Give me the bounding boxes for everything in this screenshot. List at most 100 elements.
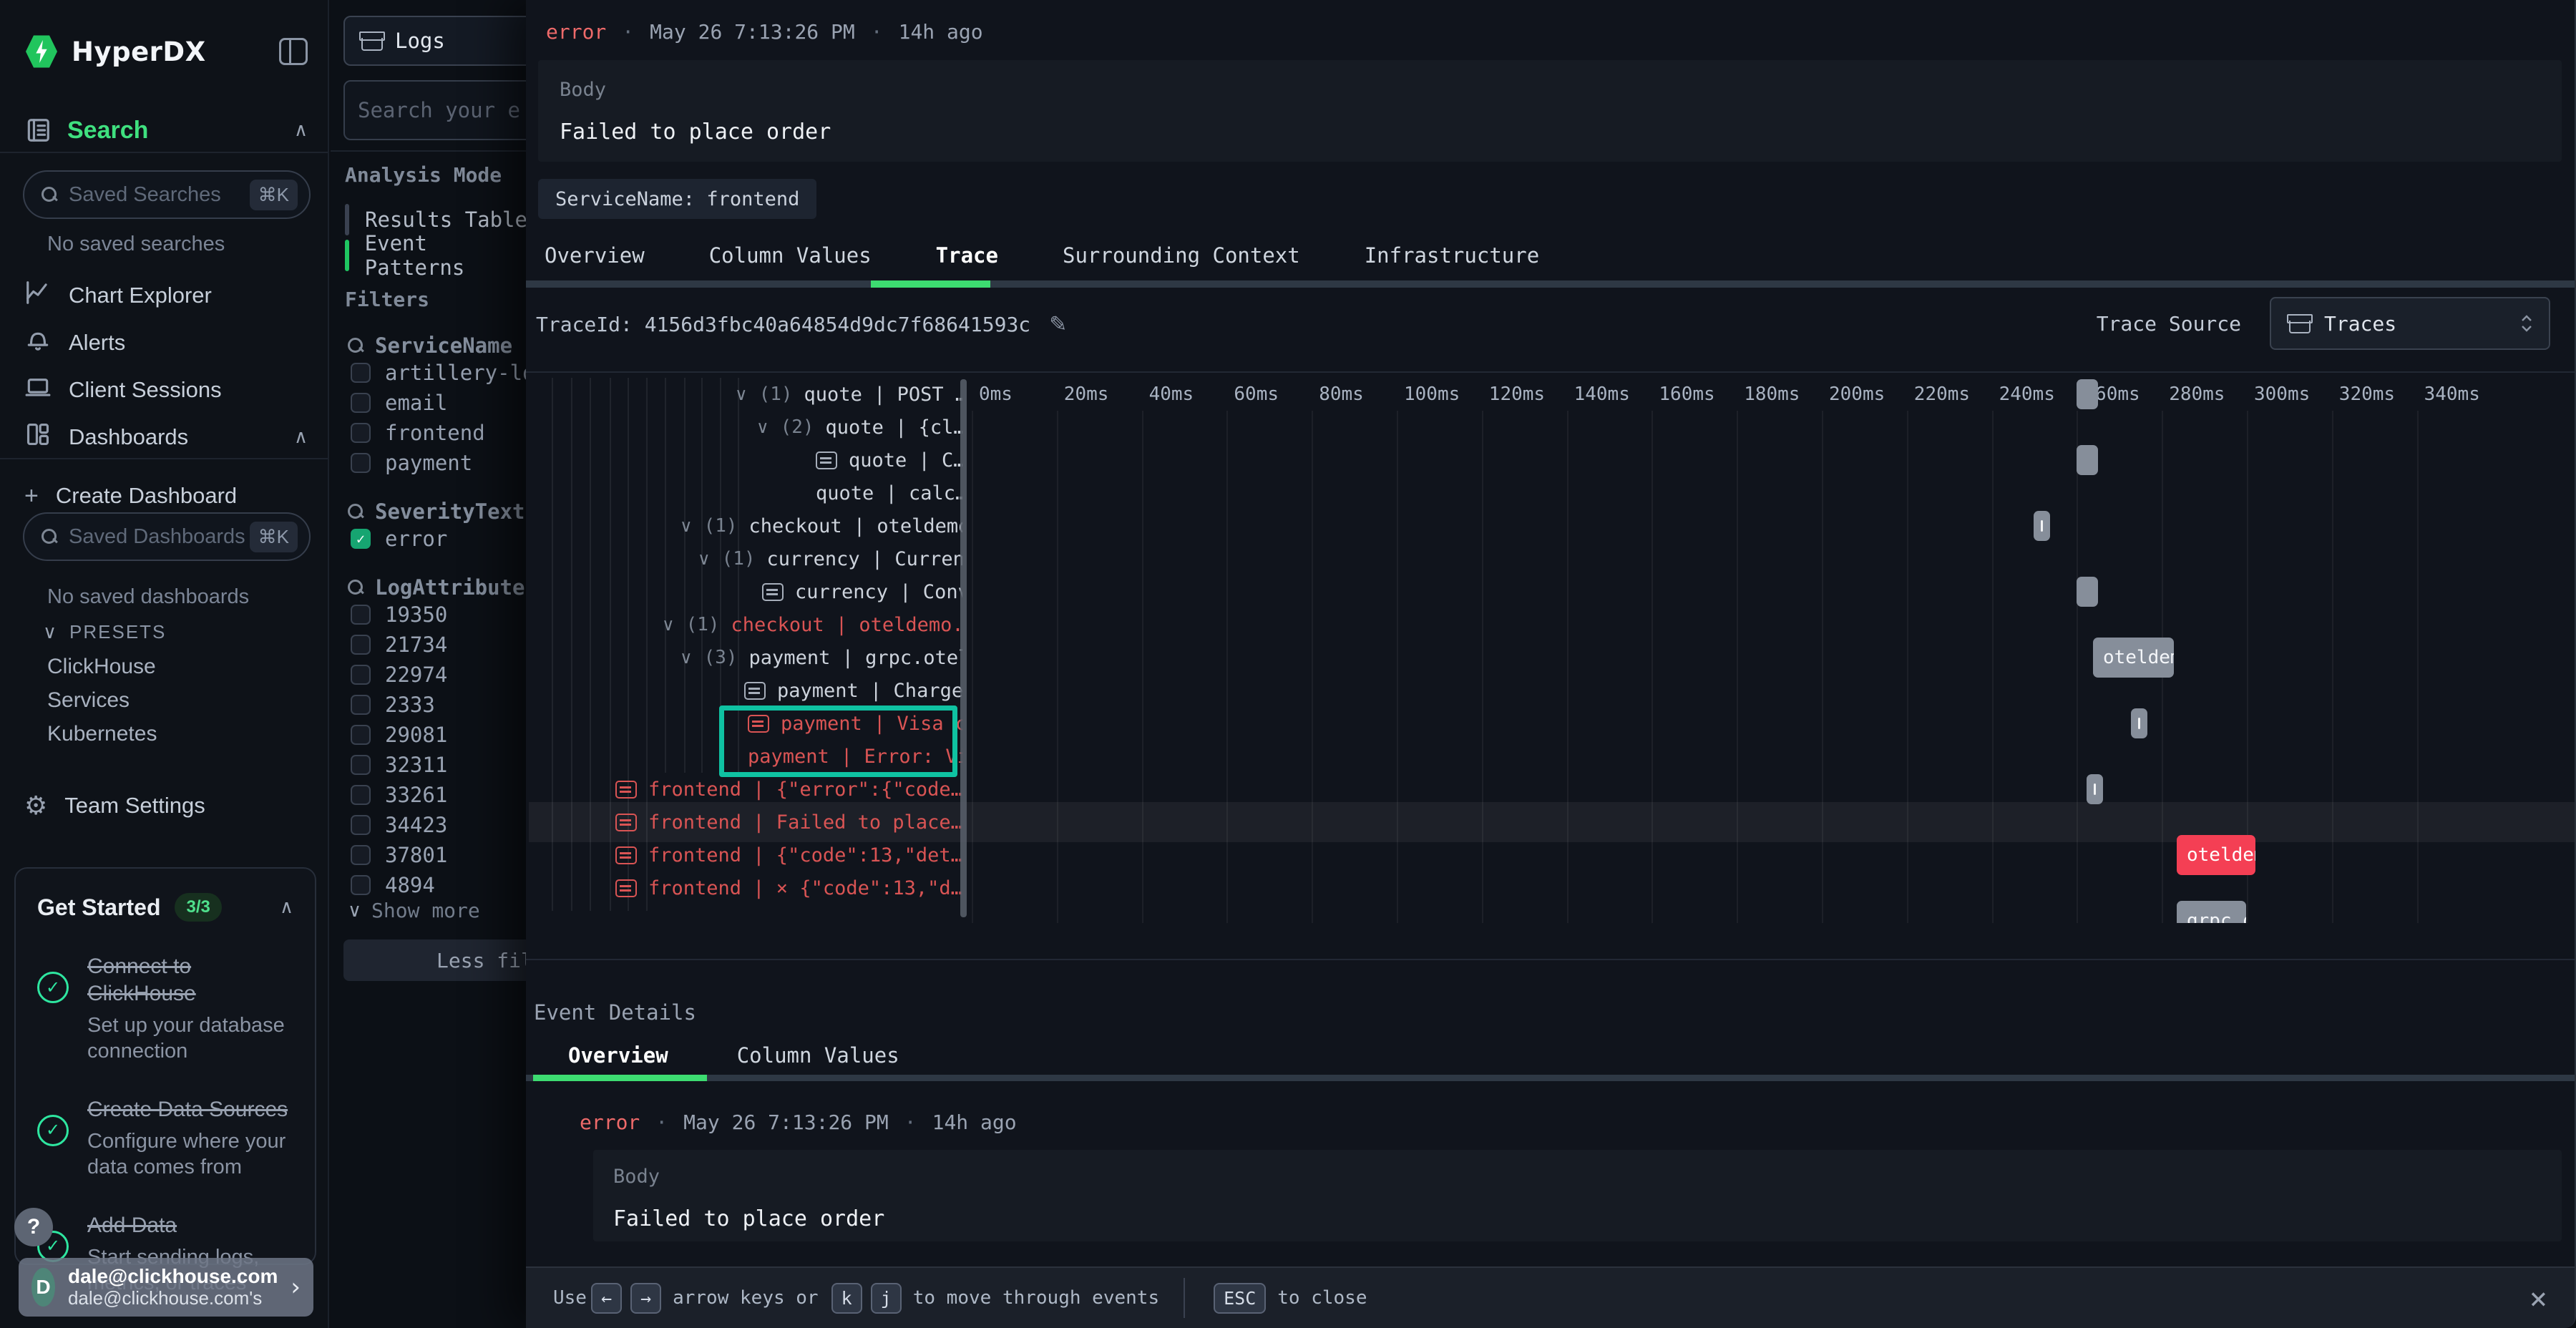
checkbox[interactable] xyxy=(351,875,371,895)
trace-span-row[interactable]: payment | Charge … xyxy=(526,674,2575,707)
filter-option-22974[interactable]: 22974 xyxy=(351,663,447,687)
sidebar-item-team-settings[interactable]: ⚙ Team Settings xyxy=(24,783,308,828)
event-side-panel: error · May 26 7:13:26 PM · 14h ago Body… xyxy=(526,0,2576,1328)
esc-key[interactable]: ESC xyxy=(1214,1283,1266,1314)
close-icon[interactable]: × xyxy=(2529,1281,2547,1316)
checklist-item[interactable]: ✓Connect to ClickHouseSet up your databa… xyxy=(37,953,293,1065)
search-icon[interactable] xyxy=(348,580,364,595)
trace-span-row[interactable]: ∨(1)checkout | oteldemo.…oteldem xyxy=(526,509,2575,542)
j-key[interactable]: j xyxy=(871,1283,902,1314)
checkbox[interactable] xyxy=(351,845,371,865)
filter-option-21734[interactable]: 21734 xyxy=(351,633,447,657)
filter-option-label: error xyxy=(385,527,447,551)
search-icon[interactable] xyxy=(348,338,364,353)
chevron-down-icon[interactable]: ∨ xyxy=(735,384,748,404)
arrow-left-key[interactable]: ← xyxy=(591,1283,622,1314)
create-dashboard-button[interactable]: + Create Dashboard xyxy=(24,474,308,518)
saved-searches-placeholder: Saved Searches xyxy=(69,183,250,207)
trace-span-row[interactable]: quote | calc… xyxy=(526,477,2575,509)
search-icon[interactable] xyxy=(348,504,364,519)
trace-span-row[interactable]: ∨(1)currency | Currenc… xyxy=(526,542,2575,575)
show-more-toggle[interactable]: ∨ Show more xyxy=(348,899,480,922)
filter-option-payment[interactable]: payment xyxy=(351,451,472,475)
tab-column-values[interactable]: Column Values xyxy=(708,239,873,272)
checkbox[interactable] xyxy=(351,665,371,685)
trace-span-row[interactable]: ∨(3)payment | grpc.oteld…grpc.o xyxy=(526,641,2575,674)
arrow-right-key[interactable]: → xyxy=(630,1283,661,1314)
chevron-down-icon[interactable]: ∨ xyxy=(680,648,693,668)
trace-span-row[interactable]: frontend | {"code":13,"det… xyxy=(526,839,2575,872)
filter-option-label: 29081 xyxy=(385,723,447,747)
filter-option-4894[interactable]: 4894 xyxy=(351,873,435,897)
filter-option-29081[interactable]: 29081 xyxy=(351,723,447,747)
trace-span-row[interactable]: currency | Conv… xyxy=(526,575,2575,608)
sidebar-item-alerts[interactable]: Alerts xyxy=(24,321,308,365)
edit-pencil-icon[interactable]: ✎ xyxy=(1049,312,1067,337)
checkbox[interactable] xyxy=(351,363,371,383)
checkbox[interactable] xyxy=(351,785,371,805)
tab-infrastructure[interactable]: Infrastructure xyxy=(1363,239,1541,272)
less-filters-button[interactable]: Less fil xyxy=(343,939,530,981)
checkbox[interactable] xyxy=(351,695,371,715)
preset-item-services[interactable]: Services xyxy=(47,688,130,713)
scrollbar[interactable] xyxy=(960,379,967,917)
checkbox[interactable] xyxy=(351,755,371,775)
filter-option-19350[interactable]: 19350 xyxy=(351,602,447,627)
checkbox[interactable] xyxy=(351,393,371,413)
ed-tab-column-values[interactable]: Column Values xyxy=(736,1039,901,1072)
preset-item-kubernetes[interactable]: Kubernetes xyxy=(47,722,157,746)
chevron-down-icon[interactable]: ∨ xyxy=(662,615,675,635)
chevron-down-icon[interactable]: ∨ xyxy=(756,417,769,437)
checkbox[interactable] xyxy=(351,815,371,835)
filter-option-37801[interactable]: 37801 xyxy=(351,843,447,867)
chevron-up-icon[interactable]: ∧ xyxy=(294,119,308,141)
filter-option-error[interactable]: ✓ error xyxy=(351,527,447,551)
sidebar-item-search[interactable]: Search ∧ xyxy=(24,109,308,152)
k-key[interactable]: k xyxy=(831,1283,862,1314)
filter-option-frontend[interactable]: frontend xyxy=(351,421,485,445)
source-select-button[interactable]: Logs xyxy=(343,16,530,66)
sidebar-item-client-sessions[interactable]: Client Sessions xyxy=(24,368,308,412)
presets-toggle[interactable]: ∨ PRESETS xyxy=(43,621,166,643)
checkbox[interactable] xyxy=(351,453,371,473)
user-menu[interactable]: D dale@clickhouse.com dale@clickhouse.co… xyxy=(19,1258,313,1317)
tab-overview[interactable]: Overview xyxy=(543,239,646,272)
sidebar-item-dashboards[interactable]: Dashboards∧ xyxy=(24,415,308,459)
trace-span-row[interactable]: ∨(1)quote | POST … xyxy=(526,378,2575,411)
trace-span-row[interactable]: ∨(1)checkout | oteldemo.Pa…oteldem xyxy=(526,608,2575,641)
analysis-mode-event-patterns[interactable]: Event Patterns xyxy=(345,238,530,273)
filter-option-34423[interactable]: 34423 xyxy=(351,813,447,837)
chevron-down-icon[interactable]: ∨ xyxy=(698,549,711,569)
chevron-up-icon[interactable]: ∧ xyxy=(280,897,293,918)
trace-span-row[interactable]: frontend | {"error":{"code… xyxy=(526,773,2575,806)
collapse-sidebar-icon[interactable] xyxy=(279,38,308,65)
preset-item-clickhouse[interactable]: ClickHouse xyxy=(47,655,156,679)
span-bar[interactable] xyxy=(2077,379,2098,409)
filter-option-email[interactable]: email xyxy=(351,391,447,415)
trace-span-row[interactable]: ∨(2)quote | {cl… xyxy=(526,411,2575,444)
checkbox[interactable] xyxy=(351,635,371,655)
filter-option-32311[interactable]: 32311 xyxy=(351,753,447,777)
checklist-item[interactable]: ✓Create Data SourcesConfigure where your… xyxy=(37,1096,293,1181)
checkbox[interactable] xyxy=(351,725,371,745)
sidebar-item-chart-explorer[interactable]: Chart Explorer xyxy=(24,273,308,318)
trace-span-row[interactable]: quote | C… xyxy=(526,444,2575,477)
checkbox-checked[interactable]: ✓ xyxy=(351,529,371,549)
filter-option-33261[interactable]: 33261 xyxy=(351,783,447,807)
ed-tab-overview[interactable]: Overview xyxy=(567,1039,670,1072)
tab-trace[interactable]: Trace xyxy=(935,239,1000,272)
help-button[interactable]: ? xyxy=(14,1208,53,1246)
filter-option-artillery-loa[interactable]: artillery-loa xyxy=(351,361,530,385)
checkbox[interactable] xyxy=(351,605,371,625)
trace-span-row[interactable]: frontend | Failed to place… xyxy=(526,806,2575,839)
service-name-chip[interactable]: ServiceName: frontend xyxy=(538,179,816,219)
tab-surrounding-context[interactable]: Surrounding Context xyxy=(1061,239,1302,272)
saved-dashboards-input[interactable]: Saved Dashboards ⌘K xyxy=(23,512,311,561)
trace-span-row[interactable]: frontend | × {"code":13,"d… xyxy=(526,872,2575,904)
checkbox[interactable] xyxy=(351,423,371,443)
saved-searches-input[interactable]: Saved Searches ⌘K xyxy=(23,170,311,219)
chevron-down-icon[interactable]: ∨ xyxy=(680,516,693,536)
trace-source-select[interactable]: Traces xyxy=(2270,297,2550,350)
event-search-input[interactable]: Search your e xyxy=(343,80,530,140)
filter-option-2333[interactable]: 2333 xyxy=(351,693,435,717)
